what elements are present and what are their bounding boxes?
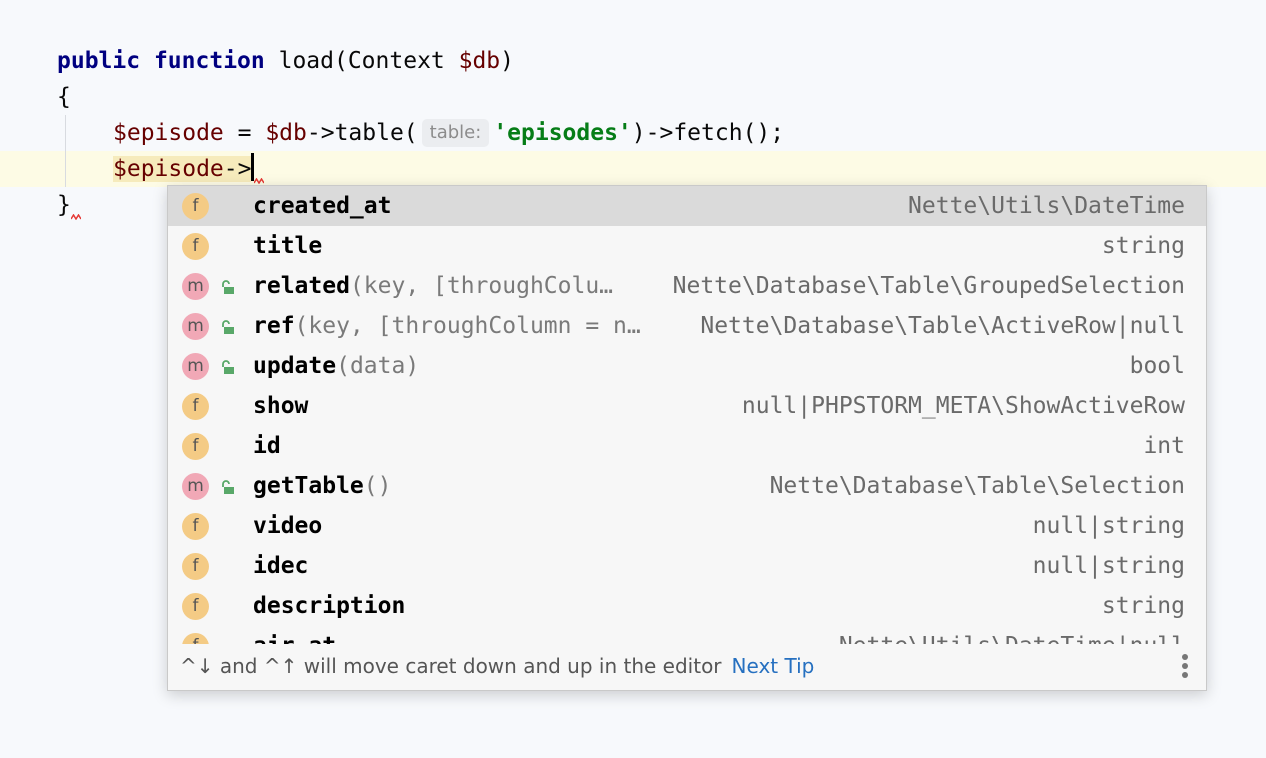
code-line-4[interactable]: $episode-> xyxy=(113,151,255,187)
completion-item-name: related xyxy=(253,273,350,299)
close-brace: } xyxy=(57,192,71,218)
var-episode-current: $episode xyxy=(113,156,224,182)
table-call: ->table( xyxy=(306,120,418,146)
completion-item-label: idec xyxy=(253,546,308,586)
unlocked-icon xyxy=(222,280,234,294)
string-literal: 'episodes' xyxy=(493,120,632,146)
completion-item-label: description xyxy=(253,586,405,626)
completion-item-type: Nette\Database\Table\Selection xyxy=(769,473,1185,499)
completion-item-type: null|PHPSTORM_META\ShowActiveRow xyxy=(741,393,1185,419)
var-db: $db xyxy=(265,120,307,146)
completion-item-params: (key, [throughColu… xyxy=(349,273,614,299)
completion-item-type: Nette\Utils\DateTime|null xyxy=(839,626,1185,644)
completion-item-params: (data) xyxy=(336,353,420,379)
field-icon: f xyxy=(182,433,209,460)
field-icon: f xyxy=(182,513,209,540)
indent-guide xyxy=(65,115,66,187)
method-icon: m xyxy=(182,353,209,380)
field-icon: f xyxy=(182,233,209,260)
completion-item[interactable]: f idec null|string xyxy=(168,546,1206,586)
completion-item[interactable]: f id int xyxy=(168,426,1206,466)
code-line-1[interactable]: public function load(Context $db) xyxy=(57,43,514,79)
completion-item-label: related(key, [throughColu… xyxy=(253,266,613,306)
completion-item-name: title xyxy=(253,233,323,259)
completion-item-params: (key, [throughColumn = n… xyxy=(294,313,641,339)
arrow-op: -> xyxy=(223,156,252,182)
completion-item-name: description xyxy=(253,593,406,619)
method-icon: m xyxy=(182,473,209,500)
completion-item-name: air_at xyxy=(253,633,336,644)
completion-item-type: int xyxy=(1143,433,1185,459)
error-squiggle xyxy=(71,214,81,220)
completion-item[interactable]: m update(data) bool xyxy=(168,346,1206,386)
var-episode: $episode xyxy=(113,120,224,146)
completion-item-name: getTable xyxy=(253,473,364,499)
completion-item[interactable]: f air_at Nette\Utils\DateTime|null xyxy=(168,626,1206,644)
completion-item-label: air_at xyxy=(253,626,336,644)
completion-item-type: string xyxy=(1101,233,1185,259)
code-line-5[interactable]: } xyxy=(57,187,71,223)
completion-item-params: () xyxy=(363,473,392,499)
keyword-public: public xyxy=(57,48,141,74)
completion-item[interactable]: f description string xyxy=(168,586,1206,626)
close-paren: ) xyxy=(500,48,515,74)
completion-item[interactable]: m related(key, [throughColu… Nette\Databas… xyxy=(168,266,1206,306)
param-db: $db xyxy=(458,48,501,74)
completion-item-label: id xyxy=(253,426,281,466)
completion-item-label: video xyxy=(253,506,322,546)
completion-popup[interactable]: f created_at Nette\Utils\DateTime f title str… xyxy=(167,185,1207,691)
completion-footer: ^↓ and ^↑ will move caret down and up in… xyxy=(168,644,1206,690)
completion-item-name: ref xyxy=(253,313,295,339)
unlocked-icon xyxy=(222,320,234,334)
completion-item-name: video xyxy=(253,513,323,539)
completion-item-type: Nette\Utils\DateTime xyxy=(908,193,1185,219)
tip-text: ^↓ and ^↑ will move caret down and up in… xyxy=(180,654,722,678)
completion-item-label: created_at xyxy=(253,186,391,226)
keyword-function: function xyxy=(153,48,265,74)
completion-item-label: title xyxy=(253,226,322,266)
code-line-3[interactable]: $episode = $db->table(table:'episodes')-… xyxy=(113,115,784,151)
completion-item-label: getTable() xyxy=(253,466,391,506)
code-line-2[interactable]: { xyxy=(57,79,71,115)
fetch-call: )->fetch(); xyxy=(631,120,785,146)
completion-item-name: idec xyxy=(253,553,309,579)
field-icon: f xyxy=(182,553,209,580)
method-icon: m xyxy=(182,313,209,340)
completion-item-type: string xyxy=(1101,593,1185,619)
field-icon: f xyxy=(182,633,209,644)
field-icon: f xyxy=(182,193,209,220)
completion-item-label: update(data) xyxy=(253,346,419,386)
open-brace: { xyxy=(57,84,71,110)
completion-item-name: update xyxy=(253,353,337,379)
completion-item-type: Nette\Database\Table\GroupedSelection xyxy=(672,273,1185,299)
completion-item[interactable]: f created_at Nette\Utils\DateTime xyxy=(168,186,1206,226)
field-icon: f xyxy=(182,593,209,620)
completion-item-label: ref(key, [throughColumn = n… xyxy=(253,306,641,346)
completion-item-type: null|string xyxy=(1032,513,1185,539)
completion-item[interactable]: m getTable() Nette\Database\Table\Selectio… xyxy=(168,466,1206,506)
completion-item[interactable]: f video null|string xyxy=(168,506,1206,546)
completion-item-name: show xyxy=(253,393,309,419)
error-squiggle xyxy=(254,178,264,184)
completion-item[interactable]: f title string xyxy=(168,226,1206,266)
function-signature: load(Context xyxy=(278,48,459,74)
completion-item-type: Nette\Database\Table\ActiveRow|null xyxy=(700,313,1185,339)
unlocked-icon xyxy=(222,360,234,374)
next-tip-link[interactable]: Next Tip xyxy=(732,654,815,678)
completion-item-label: show xyxy=(253,386,308,426)
assign-op: = xyxy=(223,120,266,146)
completion-item-name: id xyxy=(253,433,281,459)
completion-item-name: created_at xyxy=(253,193,392,219)
completion-item[interactable]: m ref(key, [throughColumn = n… Nette\Datab… xyxy=(168,306,1206,346)
completion-item-type: bool xyxy=(1129,353,1185,379)
more-options-icon[interactable] xyxy=(1182,654,1188,680)
completion-item[interactable]: f show null|PHPSTORM_META\ShowActiveRow xyxy=(168,386,1206,426)
param-hint: table: xyxy=(421,119,490,147)
completion-list[interactable]: f created_at Nette\Utils\DateTime f title str… xyxy=(168,186,1206,644)
completion-item-type: null|string xyxy=(1032,553,1185,579)
field-icon: f xyxy=(182,393,209,420)
method-icon: m xyxy=(182,273,209,300)
text-caret xyxy=(251,153,255,181)
unlocked-icon xyxy=(222,480,234,494)
